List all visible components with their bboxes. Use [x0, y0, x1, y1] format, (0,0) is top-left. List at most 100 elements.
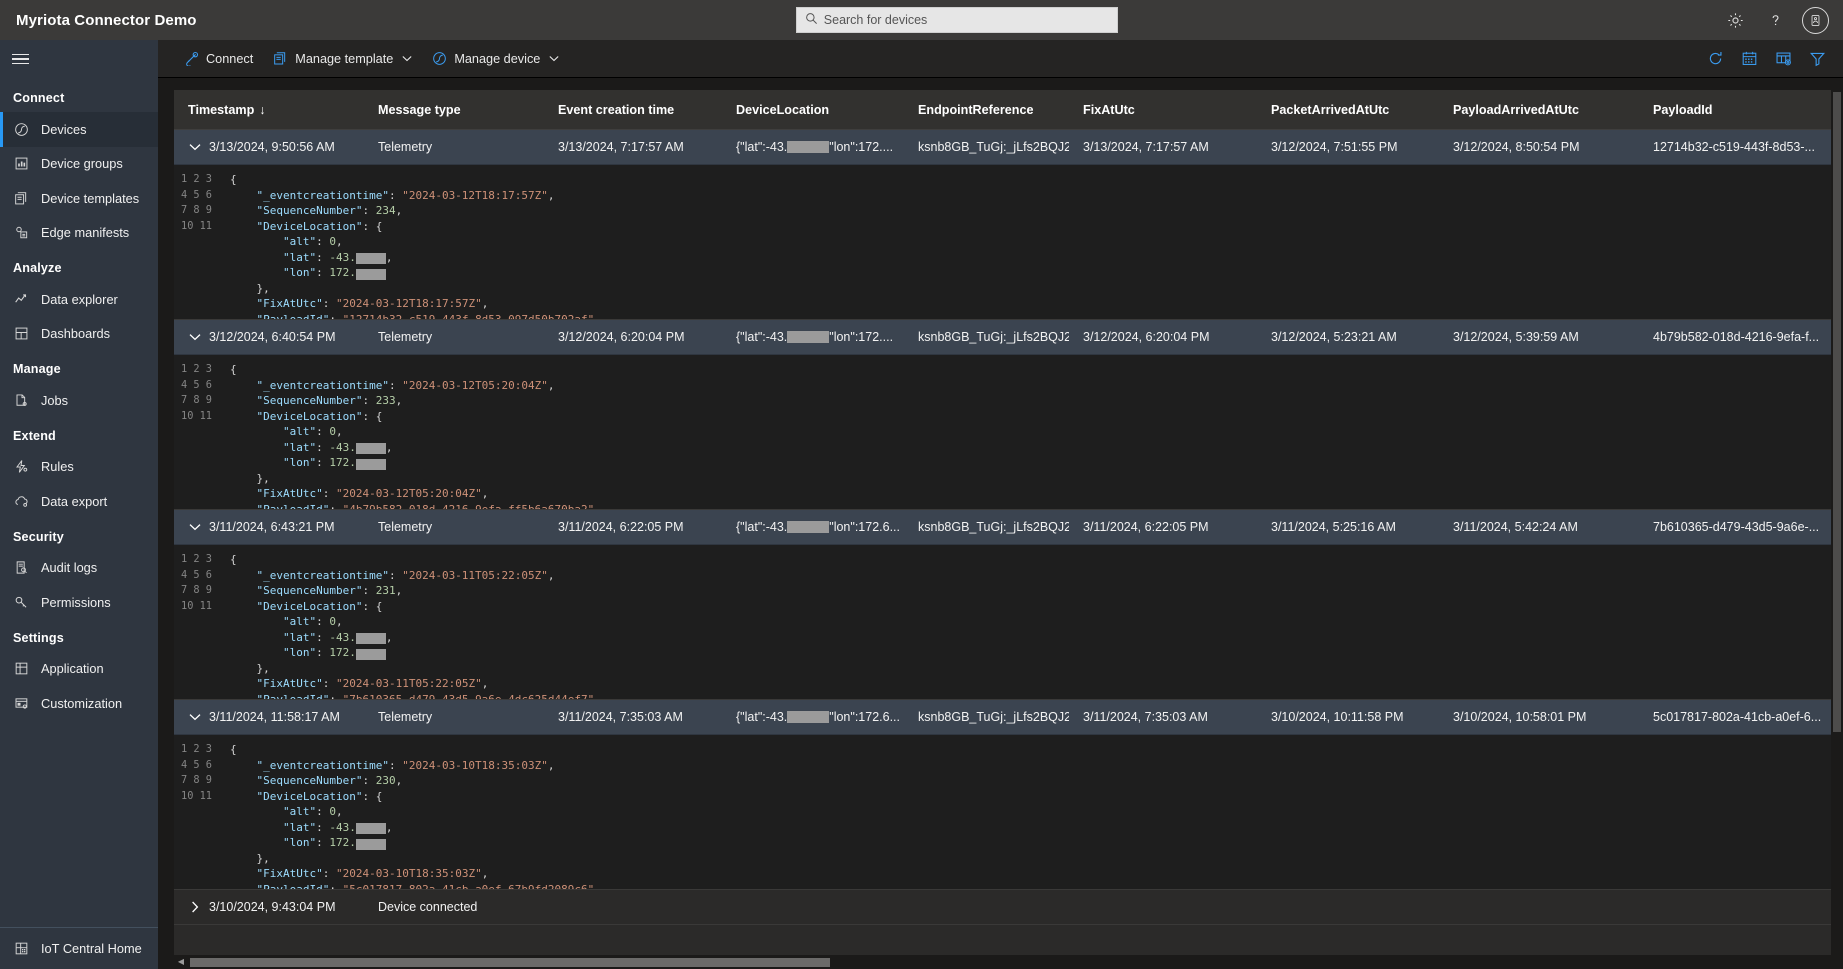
- cell-fixatutc: 3/12/2024, 6:20:04 PM: [1083, 330, 1210, 344]
- app-brand-title: Myriota Connector Demo: [16, 11, 197, 29]
- manage-device-button[interactable]: Manage device: [422, 44, 569, 74]
- json-number: 0: [329, 805, 336, 818]
- sidebar-item-device-groups[interactable]: Device groups: [0, 147, 158, 182]
- cell-payloadarrivedatutc: 3/11/2024, 5:42:24 AM: [1453, 520, 1578, 534]
- json-punct: },: [256, 661, 270, 675]
- hamburger-menu-icon[interactable]: [0, 40, 158, 78]
- sidebar-item-permissions[interactable]: Permissions: [0, 585, 158, 620]
- cell-fixatutc: 3/13/2024, 7:17:57 AM: [1083, 140, 1209, 154]
- search-input[interactable]: Search for devices: [795, 7, 1118, 33]
- json-string: "2024-03-12T05:20:04Z": [335, 487, 482, 500]
- scroll-left-arrow-icon[interactable]: ◀: [174, 955, 188, 969]
- grid-vertical-scroll-thumb[interactable]: [1833, 92, 1841, 732]
- cell-devicelocation-suffix: "lon":172....: [829, 140, 894, 154]
- column-header-devicelocation[interactable]: DeviceLocation: [722, 103, 904, 117]
- column-header-timestamp[interactable]: Timestamp ↓: [174, 103, 364, 117]
- redaction-block: [787, 711, 830, 723]
- cell-endpointreference: ksnb8GB_TuGj:_jLfs2BQJ2d: [918, 520, 1069, 534]
- table-area: Timestamp ↓ Message type Event creation …: [158, 78, 1843, 969]
- redaction-block: [355, 838, 386, 850]
- cell-endpointreference: ksnb8GB_TuGj:_jLfs2BQJ2d: [918, 330, 1069, 344]
- code-line-numbers: 1 2 3 4 5 6 7 8 9 10 11: [174, 545, 220, 699]
- chevron-down-icon: [402, 54, 412, 64]
- chevron-down-icon[interactable]: [188, 711, 201, 724]
- cell-endpointreference: ksnb8GB_TuGj:_jLfs2BQJ2d: [918, 140, 1069, 154]
- table-row[interactable]: 3/11/2024, 6:43:21 PM Telemetry 3/11/202…: [174, 510, 1843, 545]
- sidebar-item-devices[interactable]: Devices: [0, 112, 158, 147]
- grid-horizontal-scroll-thumb[interactable]: [190, 957, 830, 967]
- grid-header-row: Timestamp ↓ Message type Event creation …: [174, 90, 1843, 130]
- json-key: "_eventcreationtime": [256, 378, 389, 392]
- column-header-message-type[interactable]: Message type: [364, 103, 544, 117]
- redaction-block: [355, 458, 386, 470]
- avatar[interactable]: [1797, 3, 1833, 37]
- column-header-endpointreference[interactable]: EndpointReference: [904, 103, 1069, 117]
- sidebar-item-label: Permissions: [41, 594, 111, 610]
- column-header-payloadid[interactable]: PayloadId: [1639, 103, 1843, 117]
- grid-horizontal-scrollbar[interactable]: ◀: [174, 955, 1843, 969]
- code-line-numbers: 1 2 3 4 5 6 7 8 9 10 11: [174, 165, 220, 319]
- sidebar-item-iot-central-home[interactable]: IoT Central Home: [0, 927, 158, 969]
- sidebar-item-dashboards[interactable]: Dashboards: [0, 317, 158, 352]
- device-templates-icon: [13, 190, 30, 207]
- table-row[interactable]: 3/10/2024, 9:43:04 PM Device connected: [174, 890, 1843, 925]
- column-header-packetarrivedatutc[interactable]: PacketArrivedAtUtc: [1257, 103, 1439, 117]
- cell-payloadid: 4b79b582-018d-4216-9efa-f...: [1653, 330, 1820, 344]
- help-icon[interactable]: [1757, 3, 1793, 37]
- table-row[interactable]: 3/13/2024, 9:50:56 AM Telemetry 3/13/202…: [174, 130, 1843, 165]
- chevron-down-icon[interactable]: [188, 141, 201, 154]
- column-header-event-creation-time[interactable]: Event creation time: [544, 103, 722, 117]
- cell-payloadarrivedatutc: 3/12/2024, 8:50:54 PM: [1453, 140, 1580, 154]
- json-key: "_eventcreationtime": [256, 188, 389, 202]
- calendar-icon[interactable]: [1733, 44, 1765, 74]
- column-header-payloadarrivedatutc[interactable]: PayloadArrivedAtUtc: [1439, 103, 1639, 117]
- sidebar-item-label: Audit logs: [41, 560, 98, 576]
- sidebar-item-audit-logs[interactable]: Audit logs: [0, 551, 158, 586]
- column-options-icon[interactable]: [1767, 44, 1799, 74]
- body-split: Connect Devices Device groups Device tem…: [0, 40, 1843, 969]
- code-line-numbers: 1 2 3 4 5 6 7 8 9 10 11: [174, 735, 220, 889]
- table-row[interactable]: 3/12/2024, 6:40:54 PM Telemetry 3/12/202…: [174, 320, 1843, 355]
- cell-timestamp-text: 3/11/2024, 6:43:21 PM: [209, 520, 335, 534]
- cell-payloadid: 12714b32-c519-443f-8d53-...: [1653, 140, 1815, 154]
- sidebar-item-edge-manifests[interactable]: Edge manifests: [0, 216, 158, 251]
- json-string: "2024-03-12T18:17:57Z": [402, 188, 548, 202]
- sidebar-item-jobs[interactable]: Jobs: [0, 383, 158, 418]
- json-string: "2024-03-12T18:17:57Z": [335, 297, 482, 310]
- cell-timestamp-text: 3/11/2024, 11:58:17 AM: [209, 710, 340, 724]
- chevron-down-icon[interactable]: [188, 521, 201, 534]
- grid-vertical-scrollbar[interactable]: [1831, 90, 1843, 955]
- cell-devicelocation-prefix: {"lat":-43.: [736, 140, 788, 154]
- refresh-icon[interactable]: [1699, 44, 1731, 74]
- cell-payloadarrivedatutc: 3/12/2024, 5:39:59 AM: [1453, 330, 1579, 344]
- sidebar-item-data-export[interactable]: Data export: [0, 484, 158, 519]
- chevron-down-icon[interactable]: [188, 331, 201, 344]
- sidebar-item-device-templates[interactable]: Device templates: [0, 181, 158, 216]
- sidebar-item-data-explorer[interactable]: Data explorer: [0, 282, 158, 317]
- column-header-fixatutc[interactable]: FixAtUtc: [1069, 103, 1257, 117]
- connect-button[interactable]: Connect: [174, 44, 263, 74]
- devices-icon: [13, 121, 30, 138]
- sidebar-item-label: Data export: [41, 493, 108, 509]
- json-string: "2024-03-12T05:20:04Z": [402, 378, 548, 392]
- gear-icon[interactable]: [1717, 3, 1753, 37]
- json-key: "lat": [282, 820, 317, 834]
- sidebar-item-customization[interactable]: Customization: [0, 686, 158, 721]
- redaction-block: [355, 253, 386, 264]
- sidebar-item-application[interactable]: Application: [0, 652, 158, 687]
- sidebar-group-connect: Connect: [13, 91, 65, 105]
- json-punct: },: [256, 851, 270, 865]
- chevron-right-icon[interactable]: [188, 901, 201, 914]
- cell-packetarrivedatutc: 3/10/2024, 10:11:58 PM: [1271, 710, 1404, 724]
- sidebar-item-rules[interactable]: Rules: [0, 450, 158, 485]
- sidebar-item-label: Rules: [41, 459, 74, 475]
- json-number: 0: [329, 235, 336, 248]
- filter-icon[interactable]: [1801, 44, 1833, 74]
- sidebar-footer-label: IoT Central Home: [41, 941, 142, 956]
- sidebar-item-label: Jobs: [41, 392, 69, 408]
- json-key: "PayloadId": [256, 882, 330, 890]
- manage-template-button[interactable]: Manage template: [263, 44, 422, 74]
- json-number: 172.: [329, 456, 356, 469]
- table-row[interactable]: 3/11/2024, 11:58:17 AM Telemetry 3/11/20…: [174, 700, 1843, 735]
- app-root: Myriota Connector Demo Search for device…: [0, 0, 1843, 969]
